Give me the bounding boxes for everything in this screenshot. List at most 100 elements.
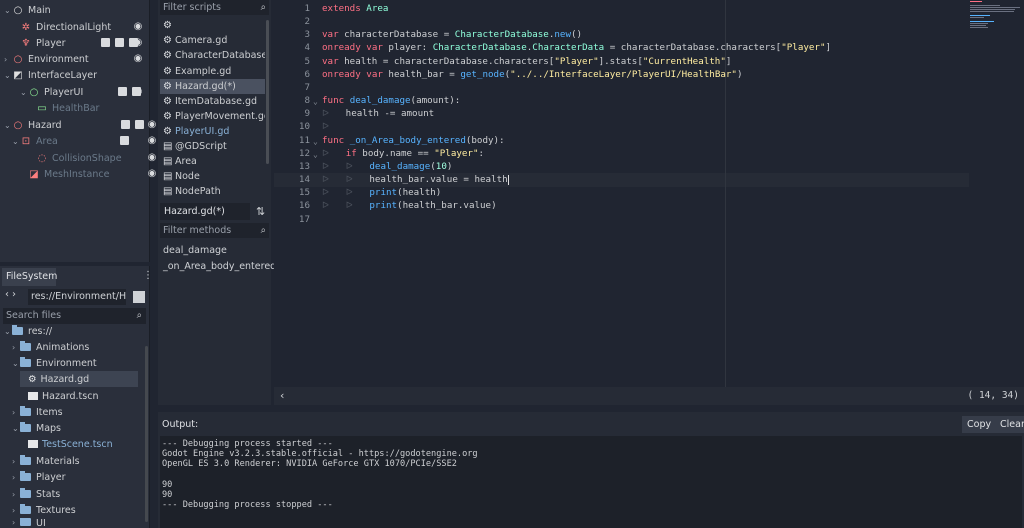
visibility-eye-icon[interactable]: ◉ [132,21,144,33]
folder-icon [20,488,31,498]
visibility-eye-icon[interactable]: ◉ [132,86,144,98]
tree-node-meshinstance[interactable]: ◪ MeshInstance ◉ [20,166,170,182]
forward-icon[interactable]: › [12,289,19,300]
text-caret [507,174,509,185]
script-icon[interactable] [118,87,127,96]
clear-button[interactable]: Clear [995,416,1024,433]
collapse-arrow-icon[interactable]: ⌄ [12,137,20,146]
folder-icon [20,357,31,367]
tree-node-interfacelayer[interactable]: ⌄ ◩ InterfaceLayer [4,67,154,83]
doc-item-nodepath[interactable]: ▤ NodePath [160,184,265,199]
fs-item-environment[interactable]: ⌄ Environment [12,355,157,371]
script-item-example[interactable]: ⚙ Example.gd [160,64,265,79]
visibility-eye-icon[interactable]: ◉ [146,152,158,164]
group-icon[interactable] [101,38,110,47]
tree-node-player[interactable]: ♆ Player ◉ [12,35,162,51]
script-item-itemdatabase[interactable]: ⚙ ItemDatabase.gd [160,94,265,109]
fs-item-testscene[interactable]: TestScene.tscn [20,436,165,452]
visibility-eye-icon[interactable]: ◉ [132,37,144,49]
tree-node-healthbar[interactable]: ▭ HealthBar [28,100,178,116]
collapse-arrow-icon[interactable]: ⌄ [4,71,12,80]
filter-scripts-input[interactable]: Filter scripts ⌕ [160,0,269,15]
sort-icon[interactable]: ⇅ [256,205,265,218]
visibility-eye-icon[interactable]: ◉ [132,53,144,65]
line-number: 5 [304,56,310,67]
fold-arrow-icon[interactable]: ⌄ [313,150,318,159]
canvas-layer-icon: ◩ [13,69,23,81]
fs-item-stats[interactable]: › Stats [12,486,157,502]
fs-item-animations[interactable]: › Animations [12,339,157,355]
collapse-arrow-icon[interactable]: ⌄ [4,6,12,15]
scene-clapper-icon [28,440,38,448]
fs-item-ui[interactable]: › UI [12,518,157,528]
tab-filesystem[interactable]: FileSystem [2,268,57,286]
gear-icon: ⚙ [163,50,172,61]
control-circle-icon: ○ [29,86,39,98]
tree-node-hazard[interactable]: ⌄ ○ Hazard ◉ [4,117,156,133]
scrollbar[interactable] [266,20,269,164]
folder-icon [20,422,31,432]
script-icon[interactable] [135,120,144,129]
toggle-panel-arrow-icon[interactable]: ‹ [280,389,284,402]
tree-node-main[interactable]: ⌄ ○ Main [4,2,154,18]
tree-node-environment[interactable]: › ○ Environment ◉ [4,51,154,67]
method-item[interactable]: _on_Area_body_entered [163,261,276,272]
fs-item-hazard-tscn[interactable]: Hazard.tscn [20,388,165,404]
fs-item-textures[interactable]: › Textures [12,502,157,518]
script-item-unnamed[interactable]: ⚙ [160,18,265,33]
tree-node-collisionshape[interactable]: ◌ CollisionShape ◉ [28,150,178,166]
cursor-position: ( 14, 34) [967,390,1019,401]
script-item-playerui[interactable]: ⚙ PlayerUI.gd [160,124,265,139]
scrollbar[interactable] [145,346,148,522]
expand-arrow-icon[interactable]: › [4,55,12,64]
collapse-arrow-icon[interactable]: ⌄ [20,88,28,97]
search-files-input[interactable]: Search files ⌕ [3,308,146,324]
fs-item-materials[interactable]: › Materials [12,453,157,469]
collapse-arrow-icon[interactable]: ⌄ [4,121,12,130]
tree-node-area[interactable]: ⌄ ⊡ Area ◉ [12,133,162,149]
copy-button[interactable]: Copy [962,416,997,433]
fold-arrow-icon[interactable]: ⌄ [313,97,318,106]
signal-icon[interactable] [120,136,129,145]
scene-clapper-icon [28,392,38,400]
open-scene-icon[interactable] [121,120,130,129]
line-number: 11 [298,135,310,146]
light-icon: ✲ [21,21,31,33]
path-field[interactable]: res://Environment/Ha [28,289,126,305]
folder-icon [20,471,31,481]
visibility-eye-icon[interactable]: ◉ [146,135,158,147]
open-scene-icon[interactable] [115,38,124,47]
output-log[interactable]: --- Debugging process started --- Godot … [160,436,1022,528]
history-nav[interactable]: ‹› [5,289,19,300]
doc-item-gdscript[interactable]: ▤ @GDScript [160,139,265,154]
fs-item-hazard-gd[interactable]: ⚙ Hazard.gd [20,371,138,387]
doc-item-node[interactable]: ▤ Node [160,169,265,184]
code-minimap[interactable] [970,0,1022,30]
fs-item-items[interactable]: › Items [12,404,157,420]
tree-node-playerui[interactable]: ⌄ ○ PlayerUI ◉ [20,84,170,100]
code-editor[interactable]: 1 2 3 4 5 6 8 7 9 10 11 12 13 14 15 16 1… [274,0,1024,387]
split-mode-icon[interactable] [133,291,145,303]
filter-methods-input[interactable]: Filter methods ⌕ [160,223,269,238]
code-line: ᐅ ᐅ health_bar.value = health [322,174,509,185]
doc-item-area[interactable]: ▤ Area [160,154,265,169]
script-item-playermovement[interactable]: ⚙ PlayerMovement.gd [160,109,265,124]
visibility-eye-icon[interactable]: ◉ [146,168,158,180]
script-item-hazard[interactable]: ⚙ Hazard.gd(*) [160,79,265,94]
code-line: onready var health_bar = get_node("../..… [322,69,743,80]
visibility-eye-icon[interactable]: ◉ [146,119,158,131]
back-icon[interactable]: ‹ [5,289,12,300]
fs-item-res[interactable]: ⌄ res:// [4,323,149,339]
fs-item-player[interactable]: › Player [12,469,157,485]
script-item-camera[interactable]: ⚙ Camera.gd [160,33,265,48]
script-item-characterdatabase[interactable]: ⚙CharacterDatabase.gd [160,48,265,63]
menu-dots-icon[interactable]: ⋮ [143,270,153,281]
tree-node-directionallight[interactable]: ✲ DirectionalLight ◉ [12,19,162,35]
code-line: ᐅ ᐅ deal_damage(10) [322,161,453,172]
method-item[interactable]: deal_damage [163,245,227,256]
fold-arrow-icon[interactable]: ⌄ [313,137,318,146]
gear-icon: ⚙ [163,111,172,122]
gear-icon: ⚙ [163,81,172,92]
line-number: 10 [298,121,310,132]
fs-item-maps[interactable]: ⌄ Maps [12,420,157,436]
